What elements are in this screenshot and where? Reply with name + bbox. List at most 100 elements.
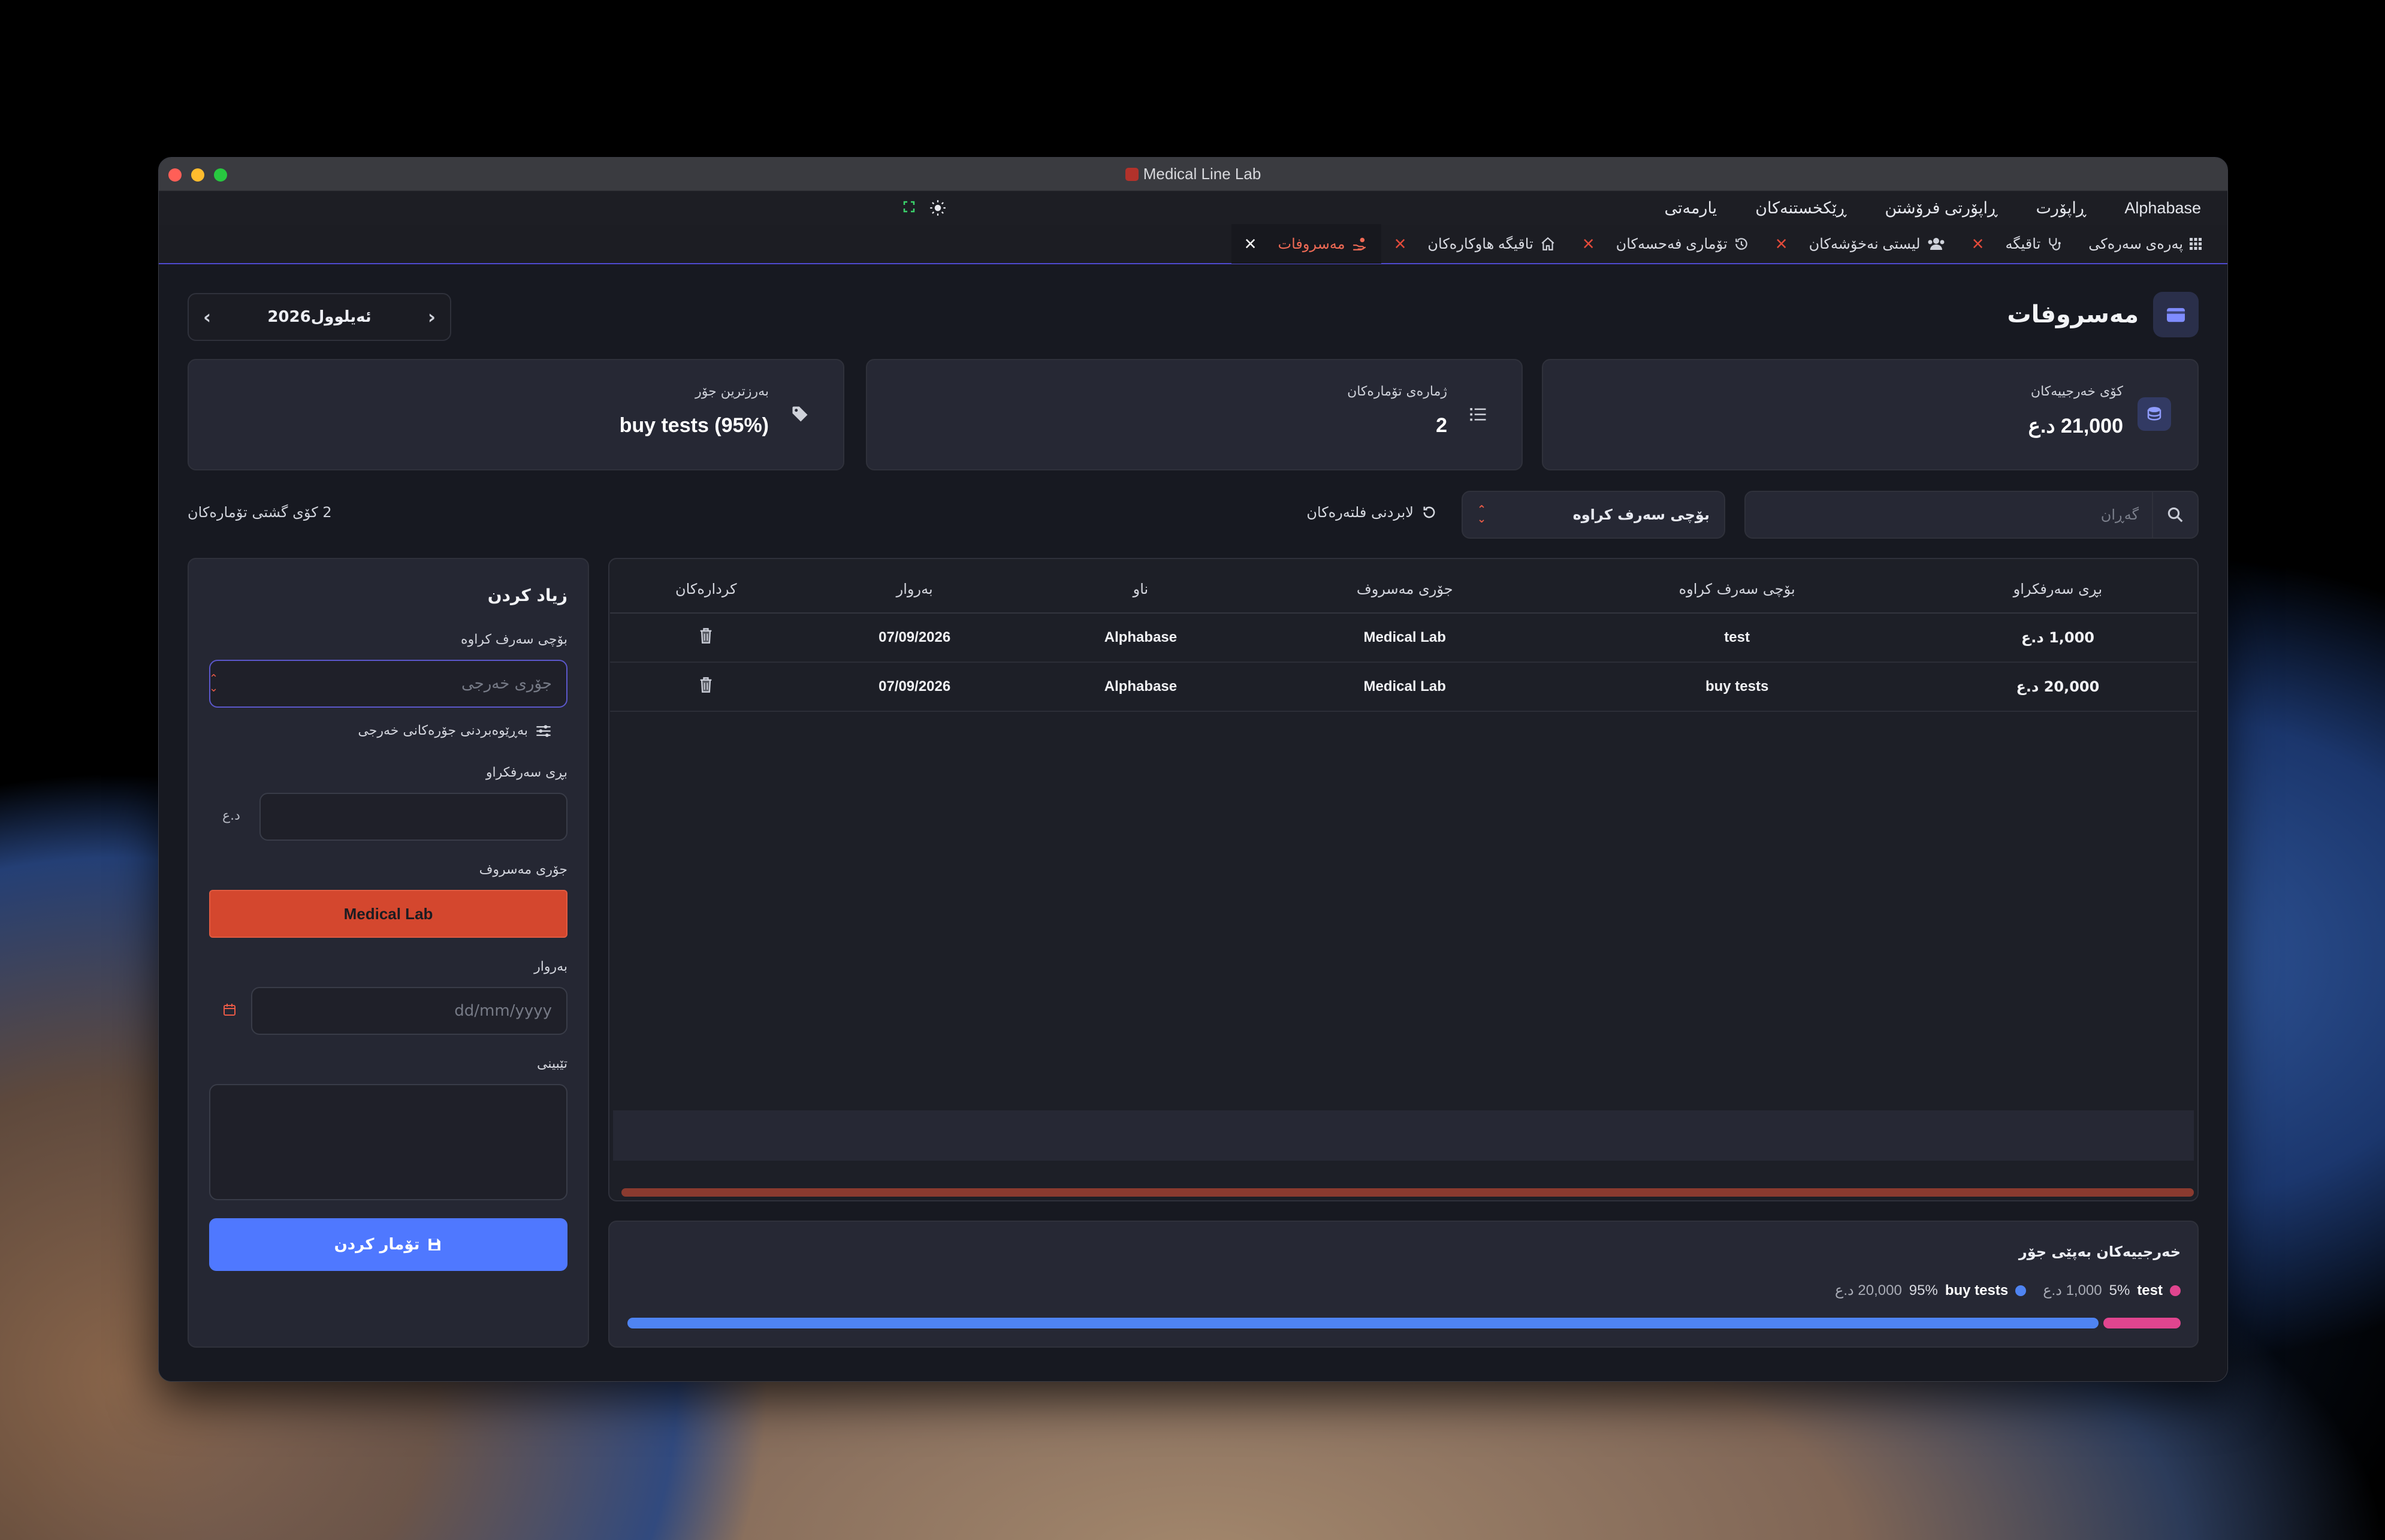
app-window: Medical Line Lab Alphabase ڕاپۆرت ڕاپۆرت… xyxy=(158,157,2228,1382)
close-tab-icon[interactable]: × xyxy=(1776,234,1788,254)
table-header-row: بڕی سەرفکراو بۆچی سەرف کراوە جۆری مەسروف… xyxy=(610,565,2197,614)
hand-coins-icon xyxy=(1352,237,1366,250)
tab-lab[interactable]: تاقیگە × xyxy=(1959,224,2076,264)
main-content: مەسروفات ‹ ئەیلوول2026 › کۆی خەرجییەکان … xyxy=(159,265,2227,1381)
date-input[interactable] xyxy=(252,988,566,1034)
cell-date: 07/09/2026 xyxy=(802,662,1027,712)
cell-amount: 1,000 د.ع xyxy=(1918,613,2197,663)
amount-label: بڕی سەرفکراو xyxy=(485,765,567,780)
chart-title: خەرجییەکان بەپێی جۆر xyxy=(2018,1243,2181,1260)
search-box xyxy=(1744,491,2199,539)
save-button[interactable]: تۆمار کردن xyxy=(209,1218,567,1271)
close-tab-icon[interactable]: × xyxy=(1245,234,1257,254)
tab-label: لیستی نەخۆشەکان xyxy=(1809,235,1921,252)
legend-dot xyxy=(2015,1285,2027,1296)
column-header[interactable]: بۆچی سەرف کراوە xyxy=(1555,565,1919,614)
column-header[interactable]: بەروار xyxy=(802,565,1027,614)
save-label: تۆمار کردن xyxy=(334,1236,420,1254)
close-tab-icon[interactable]: × xyxy=(1394,234,1406,254)
trash-icon[interactable] xyxy=(699,627,713,644)
amount-input[interactable] xyxy=(261,794,566,840)
column-header[interactable]: ناو xyxy=(1027,565,1255,614)
prev-month-button[interactable]: ‹ xyxy=(203,306,211,328)
floppy-icon xyxy=(428,1239,441,1251)
purpose-field xyxy=(209,660,567,708)
manage-types-label: بەڕێوەبردنی جۆرەکانی خەرجی xyxy=(358,723,528,738)
menu-help[interactable]: یارمەتی xyxy=(1664,199,1717,218)
amount-field xyxy=(259,793,567,841)
stethoscope-icon xyxy=(2049,238,2061,250)
tab-patients[interactable]: لیستی نەخۆشەکان × xyxy=(1762,224,1959,264)
search-input[interactable] xyxy=(1792,506,2152,523)
bar-segment-test xyxy=(2103,1318,2181,1328)
horizontal-scrollbar[interactable] xyxy=(621,1188,2194,1197)
page-header: مەسروفات xyxy=(2007,292,2199,337)
total-records-label: 2 کۆی گشتی تۆمارەکان xyxy=(188,504,332,521)
tab-bar: پەرەی سەرەکی تاقیگە × لیستی نەخۆشەکان × … xyxy=(159,224,2227,264)
stat-total-label: کۆی خەرجییەکان xyxy=(2030,384,2123,399)
wallet-icon xyxy=(2153,292,2199,337)
month-selector: ‹ ئەیلوول2026 › xyxy=(188,293,451,341)
menu-alphabase[interactable]: Alphabase xyxy=(2124,199,2201,218)
tab-label: تاقیگە هاوکارەکان xyxy=(1427,235,1533,252)
purpose-filter-value: بۆچی سەرف کراوە xyxy=(1572,506,1710,523)
cell-category: Medical Lab xyxy=(1254,662,1556,712)
grid-icon xyxy=(2190,238,2202,250)
table-row[interactable]: 20,000 د.ع buy tests Medical Lab Alphaba… xyxy=(610,662,2197,712)
menu-report[interactable]: ڕاپۆرت xyxy=(2036,199,2086,218)
reset-icon xyxy=(1423,506,1435,518)
legend-pct: 5% xyxy=(2109,1282,2130,1299)
tab-partner-labs[interactable]: تاقیگە هاوکارەکان × xyxy=(1381,224,1569,264)
menu-bar: Alphabase ڕاپۆرت ڕاپۆرتی فرۆشتن ڕێکخستنە… xyxy=(159,191,2227,225)
category-select[interactable]: Medical Lab xyxy=(209,890,567,938)
sun-icon[interactable] xyxy=(929,200,946,216)
tab-label: تاقیگە xyxy=(2005,235,2041,252)
column-header[interactable]: جۆری مەسروف xyxy=(1254,565,1556,614)
next-month-button[interactable]: › xyxy=(428,306,436,328)
table-footer xyxy=(613,1110,2194,1161)
tab-label: مەسروفات xyxy=(1278,235,1345,252)
close-tab-icon[interactable]: × xyxy=(1972,234,1984,254)
manage-types-link[interactable]: بەڕێوەبردنی جۆرەکانی خەرجی xyxy=(358,723,552,738)
close-tab-icon[interactable]: × xyxy=(1583,234,1595,254)
tab-expenses[interactable]: مەسروفات × xyxy=(1231,224,1381,264)
stat-top-card: بەرزترین جۆر buy tests (95%) xyxy=(188,359,844,470)
purpose-input[interactable] xyxy=(210,661,566,706)
reset-filters-label: لابردنی فلتەرەکان xyxy=(1306,504,1414,521)
cell-actions xyxy=(610,613,802,663)
legend-dot xyxy=(2170,1285,2181,1296)
search-icon[interactable] xyxy=(2152,491,2197,539)
note-textarea[interactable] xyxy=(210,1085,566,1199)
menu-settings[interactable]: ڕێکخستنەکان xyxy=(1755,199,1846,218)
column-header[interactable]: بڕی سەرفکراو xyxy=(1918,565,2197,614)
table-row[interactable]: 1,000 د.ع test Medical Lab Alphabase 07/… xyxy=(610,613,2197,663)
tab-test-history[interactable]: تۆماری فەحسەکان × xyxy=(1569,224,1762,264)
reset-filters-button[interactable]: لابردنی فلتەرەکان xyxy=(1306,504,1438,521)
expenses-table-container: بڕی سەرفکراو بۆچی سەرف کراوە جۆری مەسروف… xyxy=(608,558,2199,1201)
coins-icon xyxy=(2138,397,2171,431)
trash-icon[interactable] xyxy=(699,677,713,693)
form-title: زیاد کردن xyxy=(487,585,567,605)
chart-legend: test 5% 1,000 د.ع buy tests 95% 20,000 د… xyxy=(1835,1282,2181,1299)
purpose-label: بۆچی سەرف کراوە xyxy=(461,632,567,647)
title-bar: Medical Line Lab xyxy=(159,158,2227,191)
fullscreen-icon[interactable] xyxy=(902,200,916,214)
window-title: Medical Line Lab xyxy=(159,165,2227,183)
menu-sales-report[interactable]: ڕاپۆرتی فرۆشتن xyxy=(1885,199,1997,218)
legend-amount: 20,000 د.ع xyxy=(1835,1282,1902,1299)
chevron-up-down-icon[interactable]: ⌃ ⌄ xyxy=(209,674,218,694)
legend-item: buy tests 95% 20,000 د.ع xyxy=(1835,1282,2027,1299)
stat-top-value: buy tests (95%) xyxy=(619,414,769,437)
purpose-filter-select[interactable]: بۆچی سەرف کراوە ⌃ ⌄ xyxy=(1462,491,1725,539)
expenses-table: بڕی سەرفکراو بۆچی سەرف کراوە جۆری مەسروف… xyxy=(610,565,2197,712)
cell-date: 07/09/2026 xyxy=(802,613,1027,663)
calendar-icon[interactable] xyxy=(222,1002,237,1019)
tab-home[interactable]: پەرەی سەرەکی xyxy=(2075,224,2215,264)
history-icon xyxy=(1735,238,1747,250)
stat-top-label: بەرزترین جۆر xyxy=(695,384,769,399)
cell-category: Medical Lab xyxy=(1254,613,1556,663)
add-expense-form: زیاد کردن بۆچی سەرف کراوە ⌃⌄ بەڕێوەبردنی… xyxy=(188,558,589,1348)
cell-amount: 20,000 د.ع xyxy=(1918,662,2197,712)
column-header: کردارەکان xyxy=(610,565,802,614)
stat-total-card: کۆی خەرجییەکان 21,000 د.ع xyxy=(1542,359,2199,470)
